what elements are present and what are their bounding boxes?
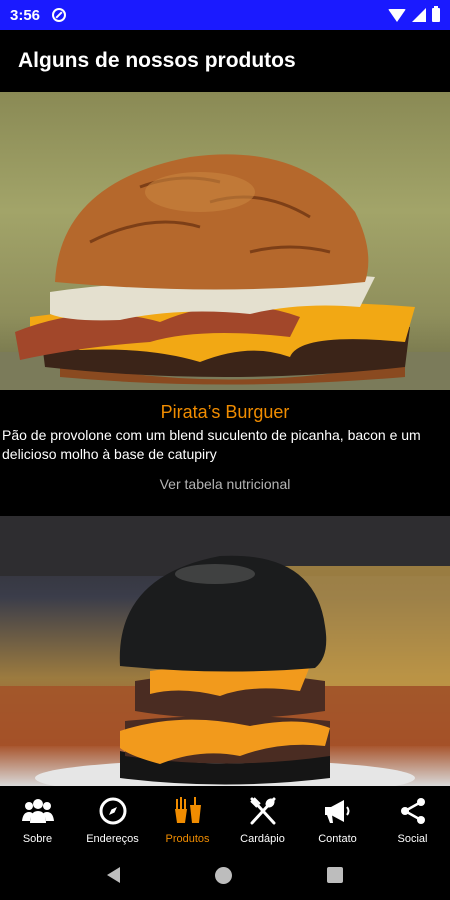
- nav-label: Social: [397, 833, 428, 845]
- nav-label: Sobre: [22, 833, 53, 845]
- product-image: [0, 92, 450, 390]
- system-nav-bar: [0, 850, 450, 900]
- nav-label: Endereços: [86, 833, 139, 845]
- bottom-nav: Sobre Endereços Produtos Cardápio Contat…: [0, 790, 450, 850]
- nav-item-contato[interactable]: Contato: [300, 790, 375, 850]
- product-description: Pão de provolone com um blend suculento …: [2, 427, 421, 462]
- do-not-disturb-icon: [52, 8, 67, 22]
- signal-icon: [412, 8, 426, 22]
- battery-icon: [432, 6, 440, 22]
- status-bar: 3:56: [0, 0, 450, 30]
- recents-icon[interactable]: [327, 867, 343, 883]
- app-header: Alguns de nossos produtos: [0, 30, 450, 92]
- people-icon: [21, 799, 54, 823]
- burger-photo: [0, 516, 450, 786]
- megaphone-icon: [324, 800, 349, 823]
- share-icon: [400, 798, 425, 824]
- product-name: Pirata’s Burguer: [160, 402, 290, 422]
- nav-item-cardapio[interactable]: Cardápio: [225, 790, 300, 850]
- divider: [0, 508, 450, 516]
- nav-item-sobre[interactable]: Sobre: [0, 790, 75, 850]
- status-time: 3:56: [10, 6, 41, 24]
- page-title: Alguns de nossos produtos: [18, 49, 296, 72]
- nav-item-social[interactable]: Social: [375, 790, 450, 850]
- nav-label: Produtos: [165, 833, 210, 845]
- back-icon[interactable]: [107, 867, 120, 883]
- product-image: [0, 516, 450, 786]
- product-card: Pirata’s Burguer Pão de provolone com um…: [0, 390, 450, 508]
- fries-drink-icon: [174, 797, 201, 823]
- product-list[interactable]: Pirata’s Burguer Pão de provolone com um…: [0, 92, 450, 790]
- home-icon[interactable]: [215, 866, 232, 884]
- nav-label: Contato: [318, 833, 357, 845]
- compass-icon: [99, 797, 126, 825]
- utensils-icon: [249, 797, 275, 825]
- burger-photo: [0, 154, 450, 390]
- nav-item-enderecos[interactable]: Endereços: [75, 790, 150, 850]
- nav-label: Cardápio: [240, 833, 285, 845]
- wifi-icon: [388, 8, 406, 22]
- status-icons: [388, 6, 440, 22]
- nutrition-table-link[interactable]: Ver tabela nutricional: [160, 476, 291, 492]
- nav-item-produtos[interactable]: Produtos: [150, 790, 225, 850]
